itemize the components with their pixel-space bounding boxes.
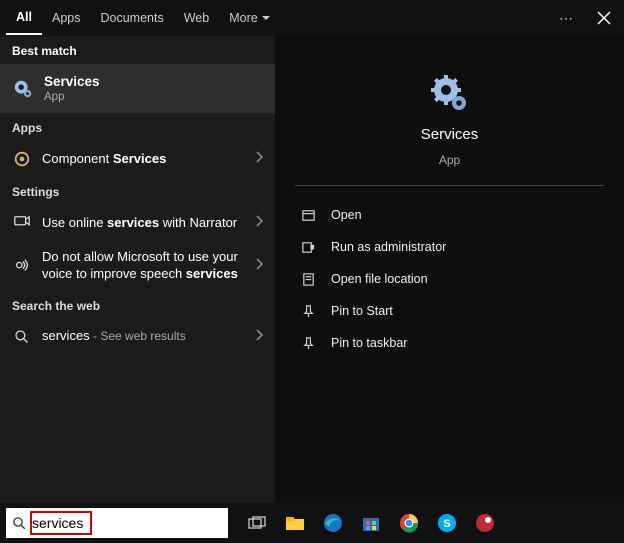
action-pin-start[interactable]: Pin to Start (295, 296, 604, 326)
result-web-search[interactable]: services - See web results (0, 319, 275, 355)
best-match-item[interactable]: Services App (0, 64, 275, 113)
open-icon (299, 206, 317, 224)
chevron-down-icon (262, 16, 270, 20)
task-view-button[interactable] (244, 510, 270, 536)
search-input[interactable] (32, 515, 228, 531)
search-filter-tabs: All Apps Documents Web More ⋯ (0, 0, 624, 36)
action-label: Open (331, 208, 362, 222)
section-settings: Settings (0, 177, 275, 205)
chevron-right-icon (255, 328, 263, 346)
chevron-right-icon (255, 150, 263, 168)
svg-text:S: S (443, 518, 450, 530)
result-speech-services[interactable]: Do not allow Microsoft to use your voice… (0, 241, 275, 291)
action-run-admin[interactable]: Run as administrator (295, 232, 604, 262)
gear-icon (12, 78, 34, 100)
preview-panel: Services App Open Run as administrator O… (275, 36, 624, 503)
result-label: Use online services with Narrator (42, 215, 255, 232)
action-open[interactable]: Open (295, 200, 604, 230)
tab-all[interactable]: All (6, 1, 42, 35)
file-explorer-icon[interactable] (282, 510, 308, 536)
result-label: Do not allow Microsoft to use your voice… (42, 249, 263, 283)
result-component-services[interactable]: Component Services (0, 141, 275, 177)
best-match-title: Services (44, 74, 100, 89)
pin-icon (299, 302, 317, 320)
more-options-button[interactable]: ⋯ (552, 4, 580, 32)
section-apps: Apps (0, 113, 275, 141)
search-icon (6, 516, 32, 531)
preview-subtitle: App (439, 153, 460, 167)
store-icon[interactable] (358, 510, 384, 536)
results-panel: Best match Services App Apps Component S… (0, 36, 275, 503)
action-open-location[interactable]: Open file location (295, 264, 604, 294)
chevron-right-icon (255, 257, 263, 275)
action-label: Run as administrator (331, 240, 446, 254)
tab-apps[interactable]: Apps (42, 2, 91, 34)
edge-icon[interactable] (320, 510, 346, 536)
speech-icon (12, 256, 32, 276)
chevron-right-icon (255, 214, 263, 232)
close-icon (597, 11, 611, 25)
preview-title: Services (421, 126, 479, 143)
action-label: Pin to taskbar (331, 336, 407, 350)
app-icon[interactable] (472, 510, 498, 536)
component-services-icon (12, 149, 32, 169)
section-best-match: Best match (0, 36, 275, 64)
result-label: Component Services (42, 151, 184, 168)
accessibility-icon (12, 213, 32, 233)
taskbar-search[interactable] (6, 508, 228, 538)
skype-icon[interactable]: S (434, 510, 460, 536)
best-match-subtitle: App (44, 91, 100, 103)
tab-more[interactable]: More (219, 2, 279, 34)
action-pin-taskbar[interactable]: Pin to taskbar (295, 328, 604, 358)
shield-icon (299, 238, 317, 256)
close-button[interactable] (590, 4, 618, 32)
tab-more-label: More (229, 11, 257, 25)
gear-icon (428, 72, 472, 116)
chrome-icon[interactable] (396, 510, 422, 536)
result-narrator-services[interactable]: Use online services with Narrator (0, 205, 275, 241)
search-icon (12, 327, 32, 347)
tab-documents[interactable]: Documents (90, 2, 173, 34)
tab-web[interactable]: Web (174, 2, 219, 34)
section-search-web: Search the web (0, 291, 275, 319)
result-label: services - See web results (42, 328, 204, 345)
folder-icon (299, 270, 317, 288)
action-label: Open file location (331, 272, 428, 286)
taskbar: S (0, 503, 624, 543)
pin-icon (299, 334, 317, 352)
action-label: Pin to Start (331, 304, 393, 318)
